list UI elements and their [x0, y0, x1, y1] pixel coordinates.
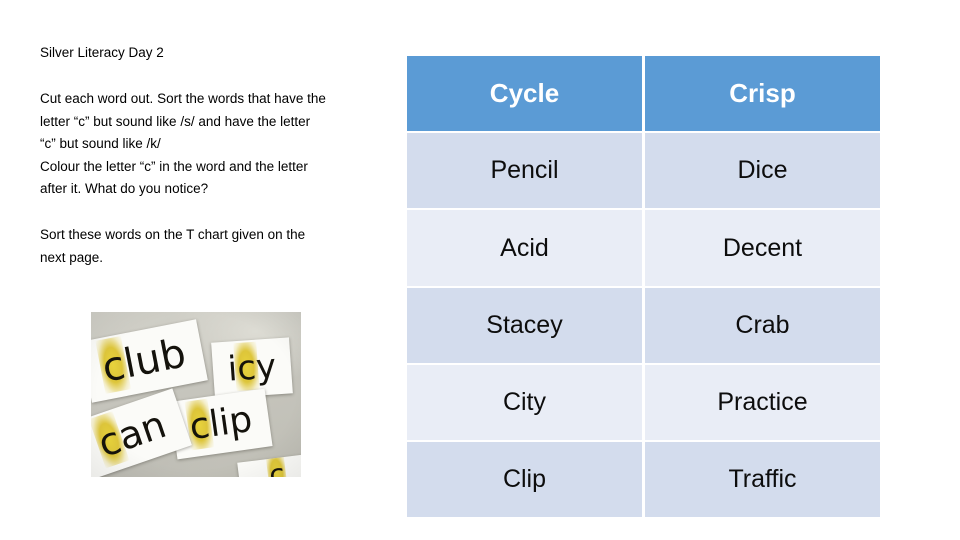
table-cell: Crab: [644, 287, 880, 365]
table-cell: Acid: [407, 210, 645, 288]
table-row: Pencil Dice: [407, 133, 880, 211]
word-card-rest: lub: [120, 330, 190, 388]
word-card-text: club: [98, 330, 190, 391]
word-card-rest: y: [254, 346, 278, 388]
instruction-line: Colour the letter “c” in the word and th…: [40, 158, 308, 174]
word-card-text: icy: [227, 346, 278, 389]
instruction-line: “c” but sound like /k/: [40, 136, 161, 152]
sort-instruction-line: Sort these words on the T chart given on…: [40, 226, 306, 242]
table-row: City Practice: [407, 364, 880, 443]
word-sort-table: Cycle Crisp Pencil Dice Acid Decent Stac…: [407, 56, 880, 517]
page-title: Silver Literacy Day 2: [40, 45, 164, 60]
word-card-text: can: [93, 402, 172, 466]
table-cell: Clip: [407, 442, 645, 517]
sort-instruction-line: next page.: [40, 249, 104, 265]
table-header-cell: Cycle: [407, 56, 645, 134]
table-cell: Dice: [644, 133, 880, 211]
table-row: Stacey Crab: [407, 287, 880, 365]
word-card-text: c: [267, 457, 286, 477]
instructions-pane: Silver Literacy Day 2 Cut each word out.…: [40, 44, 408, 269]
word-card-text: clip: [187, 398, 255, 448]
highlighted-letter: c: [267, 457, 286, 477]
table-cell: City: [407, 364, 645, 443]
table-row: Acid Decent: [407, 210, 880, 288]
table-cell: Decent: [644, 210, 880, 288]
table-header-row: Cycle Crisp: [407, 56, 880, 134]
table-row: Clip Traffic: [407, 442, 880, 517]
table-header-cell: Crisp: [644, 56, 880, 134]
table-cell: Pencil: [407, 133, 645, 211]
instruction-line: Cut each word out. Sort the words that h…: [40, 91, 326, 106]
instruction-paragraph: Cut each word out. Sort the words that h…: [40, 88, 408, 201]
word-card-rest: lip: [206, 398, 255, 446]
table-cell: Traffic: [644, 442, 880, 517]
table-cell: Stacey: [407, 287, 645, 365]
highlighted-letter: c: [235, 347, 258, 389]
sort-instruction-paragraph: Sort these words on the T chart given on…: [40, 224, 408, 269]
instruction-line: letter “c” but sound like /s/ and have t…: [40, 113, 311, 129]
table-cell: Practice: [644, 364, 880, 443]
instruction-line: after it. What do you notice?: [40, 181, 209, 197]
word-cards-photo: club icy clip can c: [91, 312, 301, 477]
